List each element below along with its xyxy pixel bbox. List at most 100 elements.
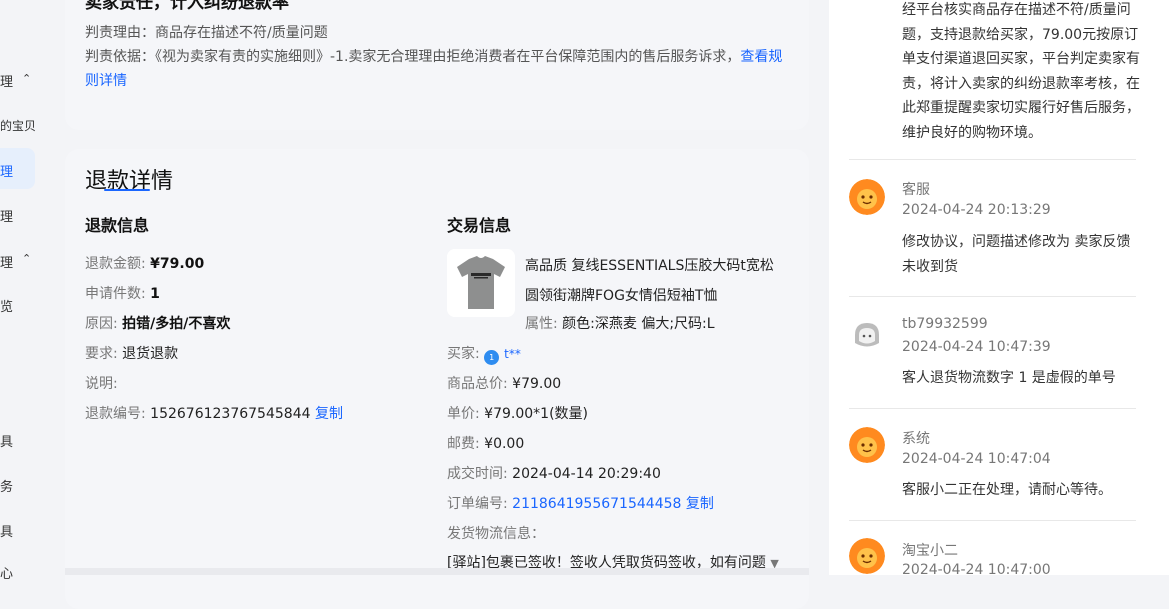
product-attr-label: 属性: [525, 316, 558, 332]
buyer-badge-icon: 1 [484, 350, 500, 365]
unit-price-row: 单价: ¥79.00*1(数量) [447, 404, 588, 424]
deal-time-label: 成交时间: [447, 466, 508, 482]
sidebar-item-label: 具 [0, 525, 14, 540]
refund-count-value: 1 [150, 286, 160, 302]
sidebar-item-9[interactable]: 具 [0, 521, 13, 540]
timeline-name: tb79932599 [902, 316, 988, 332]
logistics-label-row: 发货物流信息： [447, 524, 545, 544]
divider [849, 159, 1136, 160]
product-thumbnail[interactable] [447, 249, 515, 317]
refund-request-row: 要求: 退货退款 [85, 344, 178, 364]
duty-reason-label: 判责理由： [85, 25, 155, 41]
tshirt-image [447, 249, 515, 317]
refund-note-row: 说明: [85, 374, 118, 394]
timeline-message: 修改协议，问题描述修改为 卖家反馈未收到货 [902, 234, 1131, 275]
postage-value: ¥0.00 [484, 436, 525, 452]
timeline-name: 系统 [902, 431, 930, 447]
xiaoer-avatar [849, 538, 885, 574]
timeline-name: 淘宝小二 [902, 543, 958, 559]
duty-basis-value: 《视为卖家有责的实施细则》-1.卖家无合理理由拒绝消费者在平台保障范围内的售后服… [155, 49, 741, 65]
product-title[interactable]: 高品质 复线ESSENTIALS压胶大码t宽松圆领街潮牌FOG女情侣短袖T恤 [525, 251, 785, 311]
buyer-row: 买家: 1 t** [447, 344, 521, 365]
product-attr-value: 颜色:深燕麦 偏大;尺码:L [562, 316, 715, 332]
refund-amount-value: ¥79.00 [150, 256, 205, 272]
refund-id-row: 退款编号: 152676123767545844 复制 [85, 404, 343, 424]
duty-title: 卖家责任，计入纠纷退款率 [85, 0, 289, 13]
sidebar-item-label: 理 [0, 256, 14, 271]
refund-count-row: 申请件数: 1 [85, 284, 160, 304]
service-avatar [849, 179, 885, 215]
refund-reason-row: 原因: 拍错/多拍/不喜欢 [85, 314, 230, 334]
refund-reason-value: 拍错/多拍/不喜欢 [122, 316, 231, 332]
product-attr-row: 属性: 颜色:深燕麦 偏大;尺码:L [525, 314, 715, 334]
sidebar-item-label: 理 [0, 210, 14, 225]
sidebar-item-8[interactable]: 务 [0, 476, 13, 495]
sidebar-item-2[interactable]: 的宝贝 [0, 117, 36, 134]
deal-time-value: 2024-04-14 20:29:40 [512, 466, 661, 482]
refund-id-value: 152676123767545844 [150, 406, 311, 422]
divider [849, 296, 1136, 297]
total-price-value: ¥79.00 [512, 376, 562, 392]
copy-refund-id-button[interactable]: 复制 [315, 406, 343, 422]
sidebar-item-label: 览 [0, 300, 14, 315]
refund-detail-card [65, 149, 809, 609]
timeline-message: 客服小二正在处理，请耐心等待。 [902, 482, 1112, 498]
unit-price-value: ¥79.00*1(数量) [484, 406, 588, 422]
divider [849, 408, 1136, 409]
deal-time-row: 成交时间: 2024-04-14 20:29:40 [447, 464, 661, 484]
duty-basis: 判责依据：《视为卖家有责的实施细则》-1.卖家无合理理由拒绝消费者在平台保障范围… [85, 45, 795, 93]
chevron-up-icon[interactable]: ⌃ [22, 252, 31, 265]
sidebar-item-6[interactable]: 览 [0, 296, 13, 315]
logistics-label: 发货物流信息： [447, 526, 545, 542]
refund-note-label: 说明: [85, 376, 118, 392]
sidebar-item-10[interactable]: 心 [0, 563, 13, 582]
unit-price-label: 单价: [447, 406, 480, 422]
divider [849, 520, 1136, 521]
timeline-time: 2024-04-24 10:47:39 [902, 339, 1051, 355]
buyer-label: 买家: [447, 346, 480, 362]
refund-count-label: 申请件数: [85, 286, 146, 302]
sidebar-item-4[interactable]: 理 [0, 206, 13, 225]
refund-amount-row: 退款金额: ¥79.00 [85, 254, 204, 274]
refund-reason-label: 原因: [85, 316, 118, 332]
chevron-up-icon[interactable]: ⌃ [22, 72, 31, 85]
timeline-name: 客服 [902, 182, 930, 198]
sidebar-item-7[interactable]: 具 [0, 431, 13, 450]
total-price-row: 商品总价: ¥79.00 [447, 374, 561, 394]
refund-request-value: 退货退款 [122, 346, 179, 362]
duty-reason: 判责理由：商品存在描述不符/质量问题 [85, 21, 328, 45]
duty-basis-label: 判责依据： [85, 49, 155, 65]
timeline-message: 客人退货物流数字 1 是虚假的单号 [902, 370, 1116, 386]
system-avatar [849, 427, 885, 463]
trade-info-title: 交易信息 [447, 216, 512, 235]
horizontal-scrollbar[interactable] [65, 568, 809, 575]
refund-amount-label: 退款金额: [85, 256, 146, 272]
section-title-underline [104, 189, 150, 191]
copy-order-id-button[interactable]: 复制 [686, 496, 714, 512]
postage-row: 邮费: ¥0.00 [447, 434, 524, 454]
refund-info-title: 退款信息 [85, 216, 150, 235]
sidebar-item-label: 理 [0, 165, 14, 180]
duty-reason-value: 商品存在描述不符/质量问题 [155, 25, 328, 41]
order-id-label: 订单编号: [447, 496, 508, 512]
refund-id-label: 退款编号: [85, 406, 146, 422]
sidebar-item-label: 务 [0, 480, 14, 495]
sidebar-item-3[interactable]: 理 [0, 161, 13, 180]
postage-label: 邮费: [447, 436, 480, 452]
sidebar-item-label: 理 [0, 75, 14, 90]
sidebar-item-1[interactable]: 理 [0, 71, 13, 90]
total-price-label: 商品总价: [447, 376, 508, 392]
timeline-time: 2024-04-24 10:47:04 [902, 451, 1051, 467]
timeline-time: 2024-04-24 10:47:00 [902, 562, 1051, 578]
sidebar-item-label: 的宝贝 [0, 119, 37, 133]
platform-verdict-text: 经平台核实商品存在描述不符/质量问题，支持退款给买家，79.00元按原订单支付渠… [902, 2, 1140, 141]
order-id-link[interactable]: 2118641955671544458 [512, 496, 681, 512]
buyer-name-link[interactable]: t** [504, 347, 521, 361]
order-id-row: 订单编号: 2118641955671544458 复制 [447, 494, 714, 514]
sidebar: 理 ⌃ 的宝贝 理 理 理 ⌃ 览 具 务 具 心 [0, 0, 50, 582]
sidebar-item-label: 具 [0, 435, 14, 450]
refund-request-label: 要求: [85, 346, 118, 362]
timeline-time: 2024-04-24 20:13:29 [902, 202, 1051, 218]
buyer-avatar [849, 317, 885, 353]
sidebar-item-5[interactable]: 理 [0, 252, 13, 271]
